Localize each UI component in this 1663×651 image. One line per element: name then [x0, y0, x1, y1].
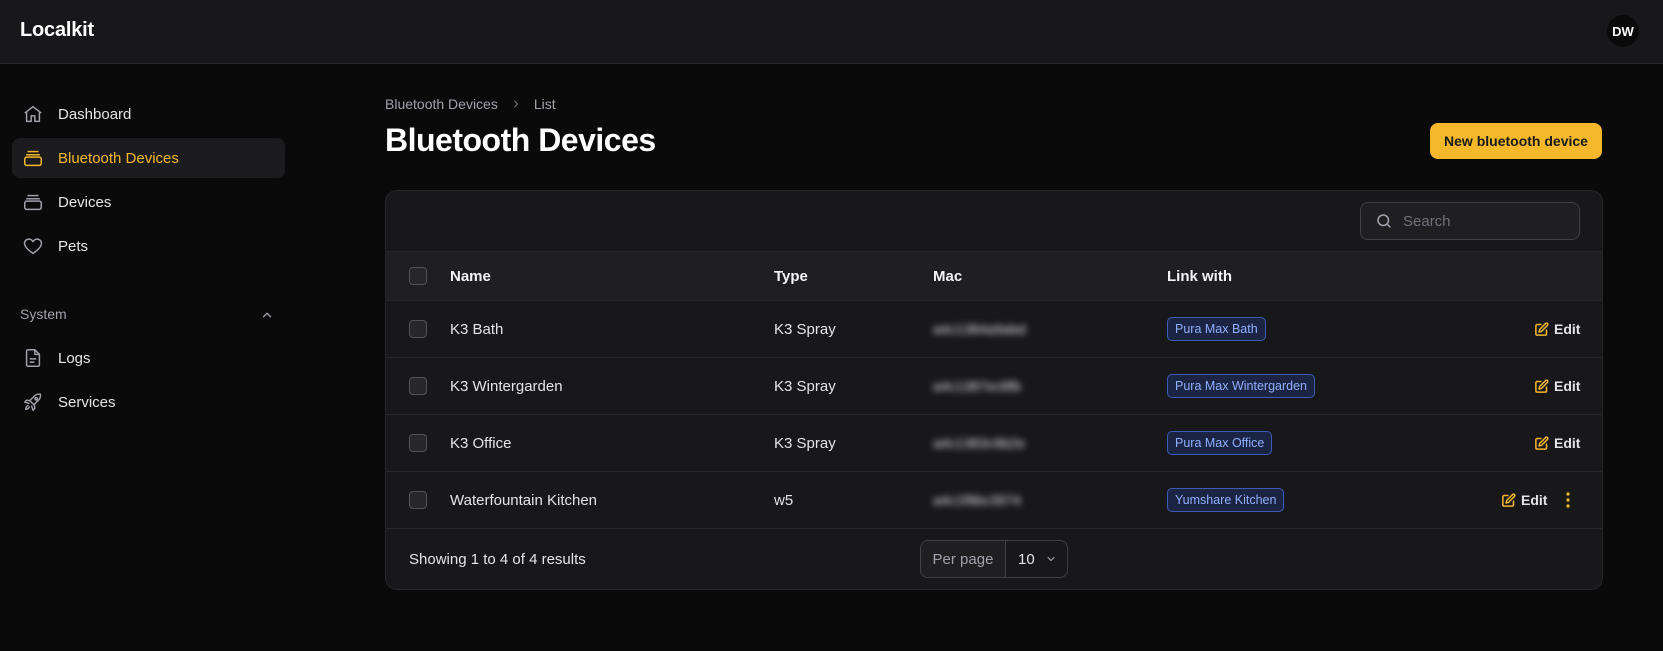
- box-icon: [22, 191, 44, 213]
- sidebar-item-label: Devices: [58, 193, 112, 211]
- breadcrumb: Bluetooth Devices List: [385, 96, 556, 112]
- row-checkbox[interactable]: [409, 434, 427, 452]
- sidebar-item-services[interactable]: Services: [12, 382, 285, 422]
- chevron-up-icon[interactable]: [260, 308, 274, 322]
- edit-label: Edit: [1521, 492, 1548, 508]
- sidebar-item-pets[interactable]: Pets: [12, 226, 285, 266]
- edit-label: Edit: [1554, 378, 1581, 394]
- link-badge: Pura Max Bath: [1167, 317, 1266, 341]
- edit-icon: [1502, 492, 1516, 507]
- table-row[interactable]: K3 Bath K3 Spray a4c1384a9abd Pura Max B…: [386, 301, 1602, 358]
- table-row[interactable]: Waterfountain Kitchen w5 a4c1f8bc3974 Yu…: [386, 472, 1602, 529]
- link-badge: Yumshare Kitchen: [1167, 488, 1285, 512]
- search-icon: [1375, 212, 1393, 230]
- column-header-type[interactable]: Type: [774, 252, 808, 300]
- per-page-dropdown[interactable]: 10: [1006, 541, 1067, 577]
- device-name: K3 Wintergarden: [450, 377, 563, 395]
- breadcrumb-parent[interactable]: Bluetooth Devices: [385, 96, 498, 112]
- device-name: Waterfountain Kitchen: [450, 491, 598, 509]
- edit-label: Edit: [1554, 435, 1581, 451]
- table-row[interactable]: K3 Wintergarden K3 Spray a4c1387ec8fb Pu…: [386, 358, 1602, 415]
- edit-icon: [1535, 321, 1549, 336]
- edit-button[interactable]: Edit: [1534, 358, 1580, 414]
- link-badge: Pura Max Wintergarden: [1167, 374, 1316, 398]
- sidebar-item-label: Dashboard: [58, 105, 132, 123]
- chevron-right-icon: [510, 98, 522, 110]
- table-card: Name Type Mac Link with K3 Bath K3 Spray…: [385, 190, 1603, 590]
- sidebar-item-devices[interactable]: Devices: [12, 182, 285, 222]
- device-type: K3 Spray: [774, 320, 836, 338]
- row-checkbox[interactable]: [409, 491, 427, 509]
- edit-button[interactable]: Edit: [1534, 415, 1580, 471]
- app-logo[interactable]: Localkit: [20, 19, 94, 42]
- sidebar-item-label: Bluetooth Devices: [58, 149, 179, 167]
- edit-icon: [1535, 378, 1549, 393]
- sidebar-item-dashboard[interactable]: Dashboard: [12, 94, 285, 134]
- edit-button[interactable]: Edit: [1501, 472, 1547, 528]
- sidebar: Dashboard Bluetooth Devices Devices Pets…: [0, 64, 300, 651]
- per-page-select[interactable]: Per page 10: [920, 540, 1068, 578]
- device-type: K3 Spray: [774, 377, 836, 395]
- edit-label: Edit: [1554, 321, 1581, 337]
- edit-icon: [1535, 435, 1549, 450]
- column-header-link-with[interactable]: Link with: [1167, 252, 1232, 300]
- document-icon: [22, 347, 44, 369]
- device-mac: a4c1f8bc3974: [933, 492, 1021, 508]
- heart-icon: [22, 235, 44, 257]
- device-mac: a4c1383c9b2e: [933, 435, 1025, 451]
- home-icon: [22, 103, 44, 125]
- new-bluetooth-device-button[interactable]: New bluetooth device: [1430, 123, 1602, 159]
- sidebar-item-logs[interactable]: Logs: [12, 338, 285, 378]
- sidebar-group-system[interactable]: System: [20, 306, 67, 322]
- row-checkbox[interactable]: [409, 377, 427, 395]
- device-mac: a4c1384a9abd: [933, 321, 1026, 337]
- rocket-icon: [22, 391, 44, 413]
- sidebar-item-label: Logs: [58, 349, 91, 367]
- edit-button[interactable]: Edit: [1534, 301, 1580, 357]
- user-avatar[interactable]: DW: [1607, 15, 1639, 47]
- page-title: Bluetooth Devices: [385, 122, 656, 158]
- search-input[interactable]: [1403, 212, 1553, 230]
- sidebar-item-bluetooth-devices[interactable]: Bluetooth Devices: [12, 138, 285, 178]
- link-badge: Pura Max Office: [1167, 431, 1273, 455]
- search-box[interactable]: [1360, 202, 1580, 240]
- breadcrumb-current: List: [533, 96, 556, 112]
- device-type: K3 Spray: [774, 434, 836, 452]
- sidebar-item-label: Services: [58, 393, 116, 411]
- sidebar-item-label: Pets: [58, 237, 89, 255]
- device-type: w5: [774, 491, 794, 509]
- per-page-value: 10: [1018, 550, 1035, 568]
- table-header: Name Type Mac Link with: [386, 251, 1602, 301]
- top-bar: Localkit DW: [0, 0, 1663, 64]
- results-summary: Showing 1 to 4 of 4 results: [409, 551, 586, 568]
- box-icon: [22, 147, 44, 169]
- device-name: K3 Bath: [450, 320, 504, 338]
- more-options-icon[interactable]: [1558, 490, 1578, 510]
- per-page-label: Per page: [921, 541, 1006, 577]
- column-header-mac[interactable]: Mac: [933, 252, 962, 300]
- device-name: K3 Office: [450, 434, 512, 452]
- column-header-name[interactable]: Name: [450, 252, 491, 300]
- row-checkbox[interactable]: [409, 320, 427, 338]
- chevron-down-icon: [1047, 556, 1055, 562]
- device-mac: a4c1387ec8fb: [933, 378, 1021, 394]
- select-all-checkbox[interactable]: [409, 267, 427, 285]
- table-row[interactable]: K3 Office K3 Spray a4c1383c9b2e Pura Max…: [386, 415, 1602, 472]
